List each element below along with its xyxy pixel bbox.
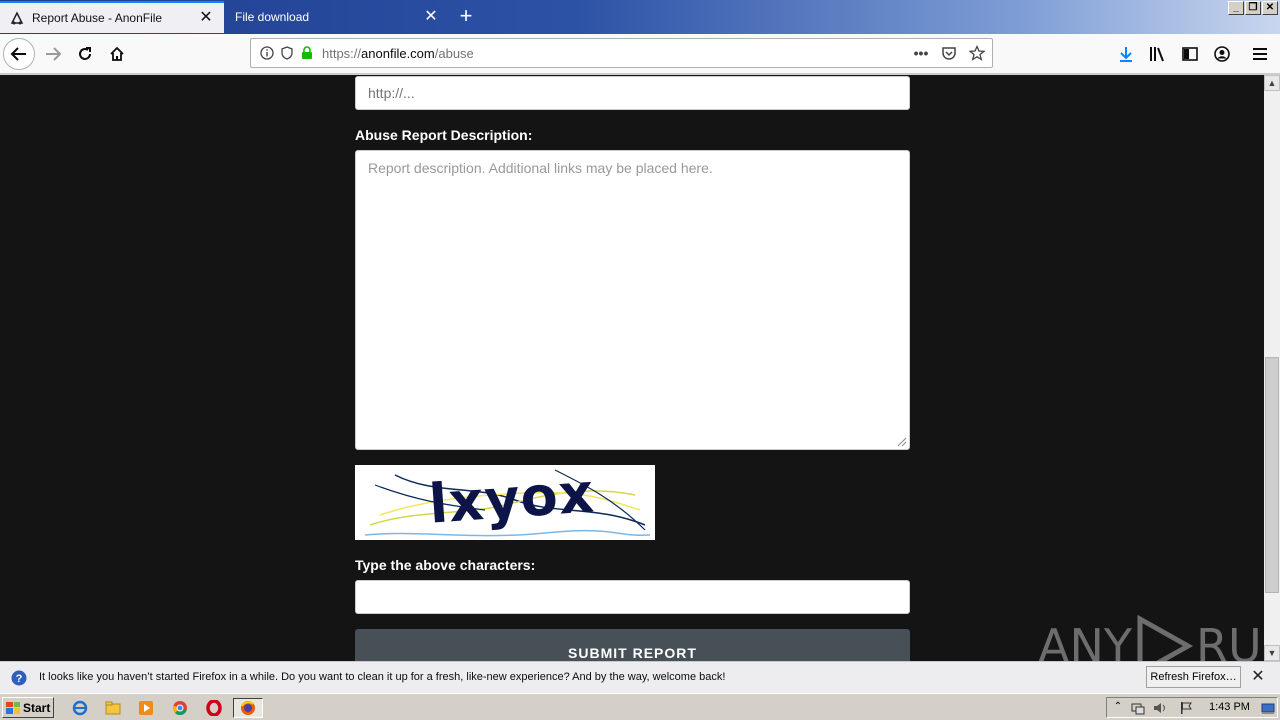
system-tray: ⌃ 1:43 PM <box>1106 697 1278 718</box>
media-player-icon[interactable] <box>136 698 156 718</box>
windows-taskbar: Start ⌃ 1:43 PM <box>0 693 1280 720</box>
captcha-input[interactable] <box>355 580 910 614</box>
site-info-icon[interactable] <box>259 45 275 61</box>
tracking-shield-icon[interactable] <box>279 45 295 61</box>
bookmark-star-icon[interactable] <box>969 45 985 61</box>
scroll-up-icon[interactable]: ▲ <box>1264 75 1280 91</box>
scrollbar-thumb[interactable] <box>1265 357 1279 593</box>
forward-arrow-icon[interactable] <box>37 38 69 70</box>
close-window-icon[interactable]: ✕ <box>1262 1 1278 15</box>
tab-close-icon[interactable]: ✕ <box>423 9 439 25</box>
tray-expand-icon[interactable]: ⌃ <box>1111 701 1125 715</box>
notification-close-icon[interactable]: ✕ <box>1250 667 1266 687</box>
anyrun-watermark: ANY RUN <box>1038 615 1264 661</box>
hamburger-menu-icon[interactable] <box>1248 42 1272 66</box>
page-actions-icon[interactable]: ••• <box>913 45 929 61</box>
page-scrollbar[interactable]: ▲ ▼ <box>1264 75 1280 661</box>
anonfile-favicon-icon <box>10 11 24 25</box>
resize-grip-icon[interactable] <box>897 437 907 447</box>
start-label: Start <box>23 700 51 715</box>
volume-icon[interactable] <box>1153 701 1167 715</box>
firefox-taskbar-icon[interactable] <box>233 698 263 718</box>
tab-file-download[interactable]: File download ✕ <box>225 1 449 33</box>
notification-message: It looks like you haven’t started Firefo… <box>39 671 726 683</box>
refresh-firefox-button[interactable]: Refresh Firefox… <box>1146 666 1241 688</box>
secure-lock-icon[interactable] <box>299 45 315 61</box>
minimize-icon[interactable]: _ <box>1228 1 1244 15</box>
windows-logo-icon <box>6 701 20 714</box>
captcha-text: lxyox <box>427 461 597 536</box>
library-icon[interactable] <box>1146 42 1170 66</box>
captcha-label: Type the above characters: <box>355 557 536 573</box>
downloads-icon[interactable] <box>1114 42 1138 66</box>
chrome-icon[interactable] <box>170 698 190 718</box>
submit-report-button[interactable]: SUBMIT REPORT <box>355 629 910 661</box>
account-icon[interactable] <box>1210 42 1234 66</box>
tab-close-icon[interactable]: ✕ <box>198 10 214 26</box>
action-center-flag-icon[interactable] <box>1179 701 1193 715</box>
svg-text:?: ? <box>16 673 23 685</box>
start-button[interactable]: Start <box>2 697 54 718</box>
pocket-icon[interactable] <box>941 45 957 61</box>
home-icon[interactable] <box>101 38 133 70</box>
description-textarea[interactable]: Report description. Additional links may… <box>355 150 910 450</box>
watermark-right-text: RUN <box>1195 619 1264 661</box>
back-arrow-icon[interactable] <box>3 38 35 70</box>
abuse-url-input[interactable] <box>355 76 910 110</box>
sidebar-icon[interactable] <box>1178 42 1202 66</box>
new-tab-plus-icon[interactable]: + <box>454 4 478 28</box>
url-text[interactable]: https://anonfile.com/abuse <box>322 46 474 61</box>
watermark-left-text: ANY <box>1038 619 1132 661</box>
page-viewport: Abuse Report Description: Report descrip… <box>0 75 1264 661</box>
tab-title: Report Abuse - AnonFile <box>32 11 163 25</box>
tab-report-abuse[interactable]: Report Abuse - AnonFile ✕ <box>0 1 224 33</box>
tab-title: File download <box>235 10 310 24</box>
file-explorer-icon[interactable] <box>103 698 123 718</box>
tab-strip: Report Abuse - AnonFile ✕ File download … <box>0 0 1280 34</box>
address-bar[interactable]: https://anonfile.com/abuse ••• <box>250 38 993 68</box>
navigation-toolbar: https://anonfile.com/abuse ••• <box>0 34 1280 74</box>
reload-icon[interactable] <box>69 38 101 70</box>
help-question-icon: ? <box>11 670 27 686</box>
internet-explorer-icon[interactable] <box>70 698 90 718</box>
scroll-down-icon[interactable]: ▼ <box>1264 645 1280 661</box>
restore-icon[interactable]: ❐ <box>1245 1 1261 15</box>
taskbar-clock: 1:43 PM <box>1209 701 1250 713</box>
description-placeholder: Report description. Additional links may… <box>368 160 713 176</box>
window-controls: _ ❐ ✕ <box>1228 1 1278 15</box>
show-desktop-icon[interactable] <box>1261 701 1275 715</box>
description-label: Abuse Report Description: <box>355 127 533 143</box>
network-icon[interactable] <box>1131 701 1145 715</box>
opera-icon[interactable] <box>204 698 224 718</box>
refresh-notification-bar: ? It looks like you haven’t started Fire… <box>0 661 1280 693</box>
captcha-image: lxyox <box>355 461 655 540</box>
play-logo-icon <box>1137 615 1194 661</box>
